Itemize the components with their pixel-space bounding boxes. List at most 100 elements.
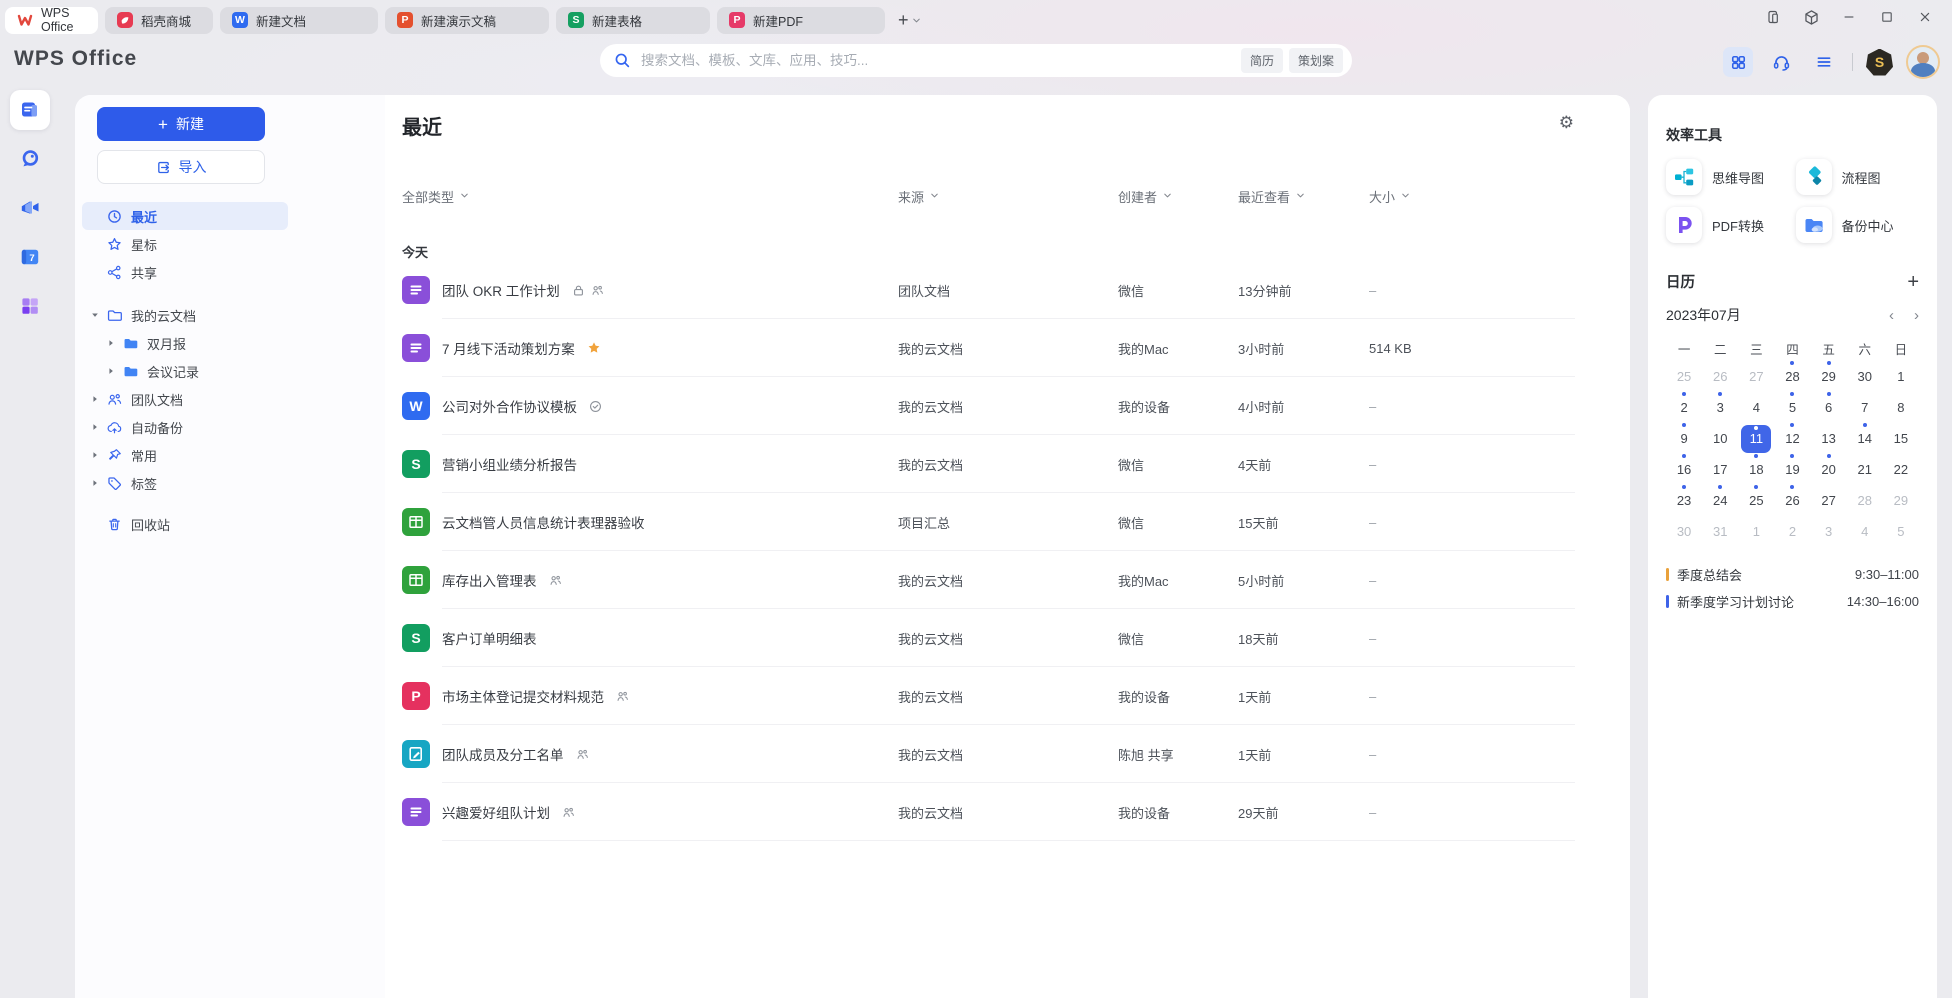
file-row[interactable]: 团队 OKR 工作计划 团队文档 微信 13分钟前 – xyxy=(402,261,1575,319)
search-input[interactable] xyxy=(639,52,1241,69)
tool-思维导图[interactable]: 思维导图 xyxy=(1666,159,1790,195)
filter-creator[interactable]: 创建者 xyxy=(1118,187,1238,206)
calendar-day[interactable]: 20 xyxy=(1811,454,1847,485)
file-row[interactable]: S 客户订单明细表 我的云文档 微信 18天前 – xyxy=(402,609,1575,667)
calendar-day[interactable]: 1 xyxy=(1883,361,1919,392)
file-row[interactable]: P 市场主体登记提交材料规范 我的云文档 我的设备 1天前 – xyxy=(402,667,1575,725)
sidebar-item-我的云文档[interactable]: 我的云文档 xyxy=(82,301,288,329)
calendar-day[interactable]: 17 xyxy=(1702,454,1738,485)
rail-item-apps[interactable] xyxy=(10,286,50,326)
calendar-day[interactable]: 6 xyxy=(1811,392,1847,423)
calendar-day[interactable]: 31 xyxy=(1702,516,1738,547)
sidebar-item-标签[interactable]: 标签 xyxy=(82,469,288,497)
new-document-button[interactable]: +新建 xyxy=(97,107,265,141)
search-tag-resume[interactable]: 简历 xyxy=(1241,48,1283,73)
sidebar-item-星标[interactable]: 星标 xyxy=(82,230,288,258)
app-tab[interactable]: WPS Office xyxy=(5,7,98,34)
rail-item-calendar[interactable]: 7 xyxy=(10,237,50,277)
calendar-day[interactable]: 16 xyxy=(1666,454,1702,485)
close-button[interactable] xyxy=(1906,0,1944,34)
calendar-day[interactable]: 8 xyxy=(1883,392,1919,423)
filter-size[interactable]: 大小 xyxy=(1369,187,1575,206)
file-row[interactable]: 云文档管人员信息统计表理器验收 项目汇总 微信 15天前 – xyxy=(402,493,1575,551)
import-button[interactable]: 导入 xyxy=(97,150,265,184)
filter-all-types[interactable]: 全部类型 xyxy=(402,187,898,206)
calendar-day[interactable]: 14 xyxy=(1847,423,1883,454)
file-row[interactable]: S 营销小组业绩分析报告 我的云文档 微信 4天前 – xyxy=(402,435,1575,493)
calendar-day[interactable]: 15 xyxy=(1883,423,1919,454)
calendar-day[interactable]: 5 xyxy=(1883,516,1919,547)
calendar-day[interactable]: 29 xyxy=(1883,485,1919,516)
next-month-icon[interactable]: › xyxy=(1914,308,1919,323)
sidebar-item-自动备份[interactable]: 自动备份 xyxy=(82,413,288,441)
new-tab-button[interactable]: + xyxy=(898,11,909,29)
workspace-cube-icon[interactable] xyxy=(1792,0,1830,34)
calendar-day[interactable]: 27 xyxy=(1738,361,1774,392)
app-tab[interactable]: S 新建表格 xyxy=(556,7,710,34)
calendar-day[interactable]: 27 xyxy=(1811,485,1847,516)
file-row[interactable]: 库存出入管理表 我的云文档 我的Mac 5小时前 – xyxy=(402,551,1575,609)
filter-source[interactable]: 来源 xyxy=(898,187,1118,206)
calendar-day[interactable]: 4 xyxy=(1738,392,1774,423)
mini-mode-icon[interactable] xyxy=(1754,0,1792,34)
sidebar-item-trash[interactable]: 回收站 xyxy=(82,510,288,538)
calendar-day[interactable]: 23 xyxy=(1666,485,1702,516)
settings-gear-icon[interactable]: ⚙ xyxy=(1559,113,1574,133)
calendar-day[interactable]: 12 xyxy=(1774,423,1810,454)
calendar-day[interactable]: 30 xyxy=(1666,516,1702,547)
tool-PDF转换[interactable]: PDF转换 xyxy=(1666,207,1790,243)
sidebar-item-共享[interactable]: 共享 xyxy=(82,258,288,286)
sidebar-item-团队文档[interactable]: 团队文档 xyxy=(82,385,288,413)
calendar-day[interactable]: 11 xyxy=(1738,423,1774,454)
calendar-day[interactable]: 1 xyxy=(1738,516,1774,547)
calendar-day[interactable]: 25 xyxy=(1666,361,1702,392)
calendar-day[interactable]: 10 xyxy=(1702,423,1738,454)
calendar-day[interactable]: 3 xyxy=(1702,392,1738,423)
calendar-day[interactable]: 3 xyxy=(1811,516,1847,547)
app-tab[interactable]: P 新建PDF xyxy=(717,7,885,34)
calendar-day[interactable]: 2 xyxy=(1666,392,1702,423)
calendar-day[interactable]: 19 xyxy=(1774,454,1810,485)
membership-badge[interactable]: S xyxy=(1866,49,1893,76)
calendar-day[interactable]: 26 xyxy=(1774,485,1810,516)
support-headset-icon[interactable] xyxy=(1766,47,1796,77)
calendar-day[interactable]: 29 xyxy=(1811,361,1847,392)
calendar-day[interactable]: 30 xyxy=(1847,361,1883,392)
sidebar-item-最近[interactable]: 最近 xyxy=(82,202,288,230)
calendar-day[interactable]: 28 xyxy=(1774,361,1810,392)
app-tab[interactable]: 稻壳商城 xyxy=(105,7,213,34)
rail-item-documents[interactable] xyxy=(10,90,50,130)
calendar-day[interactable]: 2 xyxy=(1774,516,1810,547)
calendar-event[interactable]: 新季度学习计划讨论 14:30–16:00 xyxy=(1666,588,1919,615)
tab-list-chevron-down-icon[interactable] xyxy=(911,15,922,26)
sidebar-item-常用[interactable]: 常用 xyxy=(82,441,288,469)
file-row[interactable]: 7 月线下活动策划方案 我的云文档 我的Mac 3小时前 514 KB xyxy=(402,319,1575,377)
add-event-button[interactable]: + xyxy=(1907,272,1919,292)
calendar-day[interactable]: 28 xyxy=(1847,485,1883,516)
calendar-event[interactable]: 季度总结会 9:30–11:00 xyxy=(1666,561,1919,588)
tool-备份中心[interactable]: 备份中心 xyxy=(1796,207,1920,243)
search-bar[interactable]: 简历 策划案 xyxy=(600,44,1352,77)
maximize-button[interactable] xyxy=(1868,0,1906,34)
filter-last-viewed[interactable]: 最近查看 xyxy=(1238,187,1369,206)
search-tag-plan[interactable]: 策划案 xyxy=(1289,48,1343,73)
user-avatar[interactable] xyxy=(1906,45,1940,79)
sidebar-item-会议记录[interactable]: 会议记录 xyxy=(82,357,288,385)
calendar-day[interactable]: 18 xyxy=(1738,454,1774,485)
sidebar-item-双月报[interactable]: 双月报 xyxy=(82,329,288,357)
calendar-day[interactable]: 21 xyxy=(1847,454,1883,485)
apps-grid-icon[interactable] xyxy=(1723,47,1753,77)
calendar-day[interactable]: 22 xyxy=(1883,454,1919,485)
app-tab[interactable]: P 新建演示文稿 xyxy=(385,7,549,34)
calendar-day[interactable]: 25 xyxy=(1738,485,1774,516)
calendar-day[interactable]: 24 xyxy=(1702,485,1738,516)
calendar-day[interactable]: 9 xyxy=(1666,423,1702,454)
rail-item-meetings[interactable] xyxy=(10,188,50,228)
calendar-day[interactable]: 4 xyxy=(1847,516,1883,547)
prev-month-icon[interactable]: ‹ xyxy=(1889,308,1894,323)
file-row[interactable]: 兴趣爱好组队计划 我的云文档 我的设备 29天前 – xyxy=(402,783,1575,841)
tool-流程图[interactable]: 流程图 xyxy=(1796,159,1920,195)
calendar-day[interactable]: 7 xyxy=(1847,392,1883,423)
calendar-day[interactable]: 26 xyxy=(1702,361,1738,392)
main-menu-icon[interactable] xyxy=(1809,47,1839,77)
